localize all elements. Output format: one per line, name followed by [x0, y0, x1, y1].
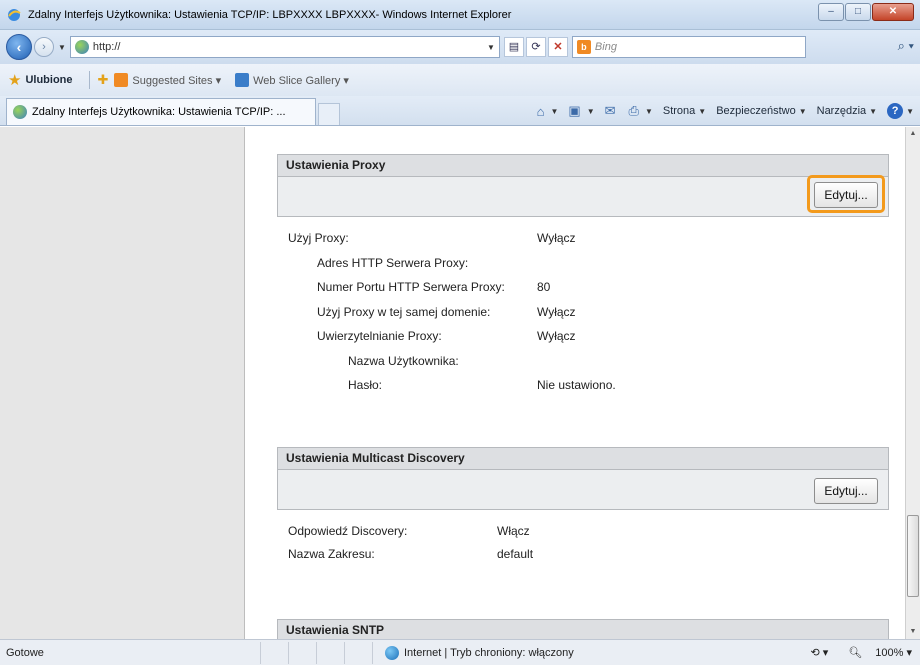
suggested-sites-link[interactable]: Suggested Sites ▾	[114, 73, 221, 87]
print-icon: ⎙	[628, 103, 639, 118]
web-slice-label: Web Slice Gallery ▾	[253, 74, 349, 87]
divider	[88, 71, 90, 89]
stop-icon[interactable]: ✕	[547, 37, 568, 57]
proxy-section-header: Ustawienia Proxy	[277, 154, 889, 177]
suggested-sites-label: Suggested Sites ▾	[132, 74, 222, 87]
new-tab-button[interactable]	[318, 103, 340, 125]
scope-name-value: default	[497, 547, 534, 561]
protected-mode-icon[interactable]: ⟲ ▾	[810, 646, 828, 659]
discovery-response-label: Odpowiedź Discovery:	[288, 524, 408, 538]
tab-active[interactable]: Zdalny Interfejs Użytkownika: Ustawienia…	[6, 98, 316, 125]
help-button[interactable]: ? ▼	[887, 103, 914, 119]
multicast-section-header: Ustawienia Multicast Discovery	[277, 447, 889, 470]
add-favorite-icon[interactable]: ✚	[98, 72, 109, 88]
search-placeholder: Bing	[594, 41, 617, 53]
proxy-edit-button[interactable]: Edytuj...	[814, 182, 878, 208]
page-viewport: Ustawienia Proxy Edytuj... Użyj Proxy: W…	[0, 127, 905, 639]
scroll-thumb[interactable]	[907, 515, 919, 597]
scroll-up-icon[interactable]: ▲	[906, 127, 920, 141]
security-zone-label: Internet | Tryb chroniony: włączony	[404, 646, 574, 659]
zoom-icon: 🔍︎	[848, 647, 863, 659]
feeds-icon: ▣	[568, 103, 581, 118]
window-controls: – □ ✕	[817, 3, 914, 21]
proxy-username-label: Nazwa Użytkownika:	[348, 354, 459, 368]
proxy-same-domain-label: Użyj Proxy w tej samej domenie:	[317, 305, 491, 319]
favorites-star-icon[interactable]: ★	[8, 71, 21, 89]
maximize-button[interactable]: □	[845, 3, 871, 21]
refresh-icon[interactable]: ⟳	[525, 37, 546, 57]
search-icon[interactable]: ⌕ ▾	[898, 38, 914, 54]
proxy-password-label: Hasło:	[348, 378, 383, 392]
print-button[interactable]: ⎙ ▼	[629, 103, 653, 119]
web-slice-icon	[235, 73, 250, 87]
page-icon	[74, 40, 89, 54]
status-text: Gotowe	[6, 646, 44, 659]
minimize-button[interactable]: –	[818, 3, 844, 21]
status-cell	[344, 641, 372, 664]
back-button[interactable]: ‹	[6, 34, 32, 60]
bing-icon: b	[576, 40, 591, 54]
home-button[interactable]: ⌂ ▼	[537, 104, 559, 119]
tab-page-icon	[13, 105, 27, 119]
web-slice-gallery-link[interactable]: Web Slice Gallery ▾	[235, 73, 349, 87]
url-tools: ▤ ⟳ ✕	[503, 37, 570, 57]
favorites-button[interactable]: Ulubione	[25, 74, 72, 86]
status-right: ⟲ ▾ 🔍︎ 100% ▾	[800, 646, 920, 659]
history-dropdown-icon[interactable]: ▼	[58, 43, 66, 52]
home-icon: ⌂	[536, 103, 545, 119]
proxy-use-value: Wyłącz	[537, 231, 576, 245]
help-icon: ?	[887, 103, 904, 119]
tools-menu[interactable]: Narzędzia ▼	[817, 105, 877, 117]
page-menu-label: Strona	[662, 105, 696, 117]
sntp-section-header: Ustawienia SNTP	[277, 619, 889, 639]
feeds-button[interactable]: ▣ ▼	[568, 103, 594, 119]
search-input[interactable]: b Bing	[571, 36, 806, 58]
forward-button[interactable]: ›	[34, 37, 54, 57]
vertical-scrollbar[interactable]: ▲ ▼	[905, 127, 920, 639]
multicast-toolbar	[277, 470, 889, 510]
page-menu[interactable]: Strona ▼	[663, 105, 706, 117]
address-bar: ‹ › ▼ http:// ▼ ▤ ⟳ ✕ b Bing ⌕ ▾	[0, 30, 920, 64]
ie-logo-icon	[8, 8, 21, 21]
status-cell	[288, 641, 316, 664]
zoom-control[interactable]: 🔍︎ 100% ▾	[838, 646, 912, 659]
mail-icon: ✉	[604, 103, 616, 118]
proxy-use-label: Użyj Proxy:	[288, 231, 349, 245]
url-text[interactable]: http://	[93, 41, 487, 53]
status-cell	[260, 641, 288, 664]
suggested-sites-icon	[114, 73, 129, 87]
url-field[interactable]: http:// ▼	[69, 36, 500, 58]
multicast-edit-button[interactable]: Edytuj...	[814, 478, 878, 504]
favorites-bar: ★ Ulubione ✚ Suggested Sites ▾ Web Slice…	[0, 64, 920, 96]
left-navigation-pane	[0, 127, 245, 639]
zoom-level: 100%	[875, 647, 904, 659]
main-content: Ustawienia Proxy Edytuj... Użyj Proxy: W…	[245, 127, 905, 639]
url-dropdown-icon[interactable]: ▼	[487, 43, 495, 52]
proxy-toolbar	[277, 177, 889, 217]
safety-menu-label: Bezpieczeństwo	[716, 105, 796, 117]
globe-icon	[385, 645, 399, 660]
proxy-port-value: 80	[537, 280, 551, 294]
compatibility-view-icon[interactable]: ▤	[503, 37, 524, 57]
tools-menu-label: Narzędzia	[816, 105, 867, 117]
window-title: Zdalny Interfejs Użytkownika: Ustawienia…	[28, 8, 512, 21]
tab-title: Zdalny Interfejs Użytkownika: Ustawienia…	[32, 106, 286, 118]
proxy-same-domain-value: Wyłącz	[537, 305, 576, 319]
proxy-password-value: Nie ustawiono.	[537, 378, 616, 392]
close-button[interactable]: ✕	[872, 3, 914, 21]
command-bar: ⌂ ▼ ▣ ▼ ✉ ⎙ ▼ Strona ▼ Bezpieczeństwo ▼ Narzę…	[527, 103, 914, 119]
proxy-address-label: Adres HTTP Serwera Proxy:	[317, 256, 469, 270]
scroll-down-icon[interactable]: ▼	[906, 625, 920, 639]
title-bar: Zdalny Interfejs Użytkownika: Ustawienia…	[0, 0, 920, 30]
security-zone[interactable]: Internet | Tryb chroniony: włączony	[372, 641, 622, 664]
discovery-response-value: Włącz	[497, 524, 530, 538]
proxy-port-label: Numer Portu HTTP Serwera Proxy:	[317, 280, 505, 294]
proxy-auth-value: Wyłącz	[537, 329, 576, 343]
scope-name-label: Nazwa Zakresu:	[288, 547, 375, 561]
mail-button[interactable]: ✉	[605, 103, 619, 119]
proxy-auth-label: Uwierzytelnianie Proxy:	[317, 329, 442, 343]
status-cell	[316, 641, 344, 664]
status-bar: Gotowe Internet | Tryb chroniony: włączo…	[0, 639, 920, 665]
safety-menu[interactable]: Bezpieczeństwo ▼	[716, 105, 806, 117]
